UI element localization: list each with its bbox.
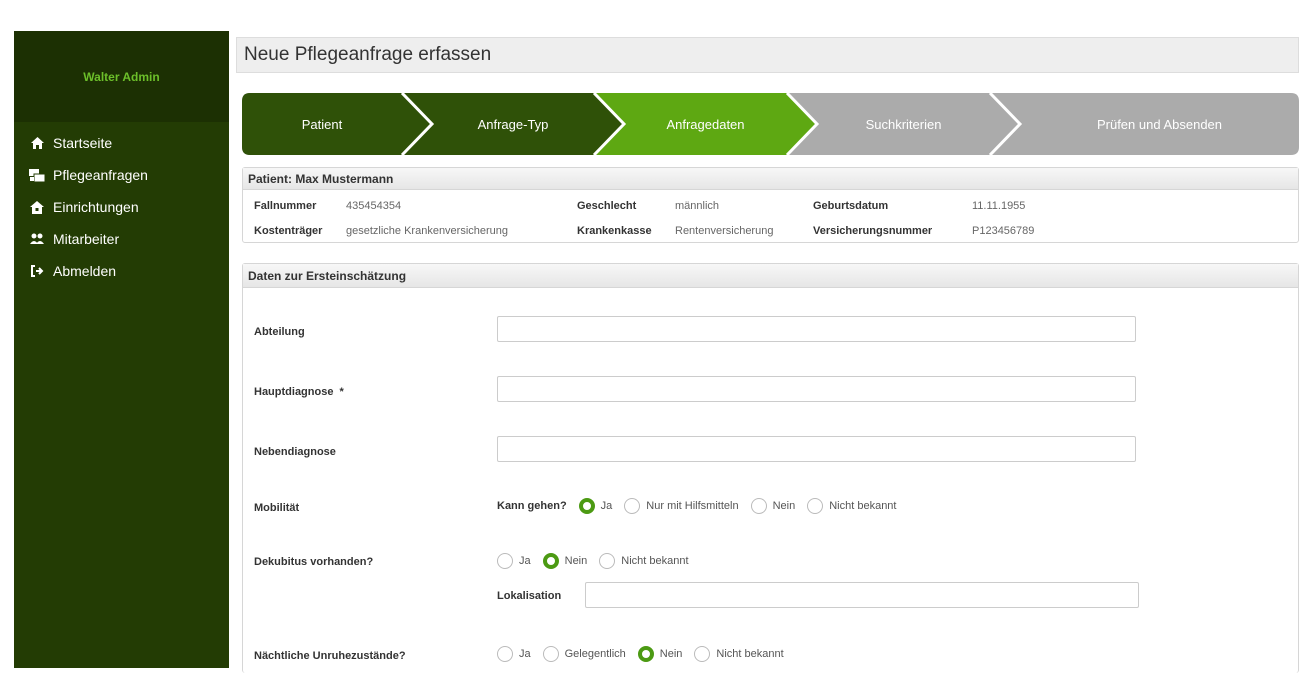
radio-label: Nicht bekannt — [829, 500, 897, 512]
radio-dekubitus-nein[interactable] — [542, 553, 559, 569]
wizard-step-patient[interactable]: Patient — [242, 93, 402, 155]
sidebar-item-einrichtungen[interactable]: Einrichtungen — [14, 191, 229, 223]
abteilung-label: Abteilung — [254, 326, 305, 338]
wizard-steps: Patient Anfrage-Typ Anfragedaten Suchkri… — [242, 93, 1299, 155]
patient-panel: Patient: Max Mustermann Fallnummer 43545… — [242, 167, 1299, 243]
sidebar-item-label: Startseite — [53, 135, 113, 151]
logout-icon — [28, 263, 46, 279]
sidebar-item-abmelden[interactable]: Abmelden — [14, 255, 229, 287]
versicherungsnummer-value: P123456789 — [972, 225, 1035, 237]
wizard-step-suchkriterien[interactable]: Suchkriterien — [817, 93, 990, 155]
radio-label: Nein — [772, 500, 796, 512]
patient-header: Patient: Max Mustermann — [243, 168, 1298, 190]
requests-icon — [28, 167, 46, 183]
hauptdiagnose-input[interactable] — [497, 376, 1136, 402]
wizard-step-pruefen[interactable]: Prüfen und Absenden — [1020, 93, 1299, 155]
sidebar-item-label: Mitarbeiter — [53, 231, 120, 247]
sidebar-nav: Startseite Pflegeanfragen Einrichtungen … — [14, 127, 229, 287]
facility-icon — [28, 199, 46, 215]
sidebar-item-label: Pflegeanfragen — [53, 167, 148, 183]
sidebar-item-pflegeanfragen[interactable]: Pflegeanfragen — [14, 159, 229, 191]
radio-unruhe-nicht-bekannt[interactable] — [694, 646, 711, 662]
mobilitaet-label: Mobilität — [254, 502, 300, 514]
kostentraeger-label: Kostenträger — [254, 225, 323, 237]
sidebar-item-label: Einrichtungen — [53, 199, 139, 215]
radio-mobilitaet-nein[interactable] — [750, 498, 767, 514]
dekubitus-radio-group: Ja Nein Nicht bekannt — [497, 553, 701, 569]
radio-unruhe-nein[interactable] — [637, 646, 654, 662]
users-icon — [28, 231, 46, 247]
radio-label: Ja — [519, 648, 531, 660]
radio-mobilitaet-nicht-bekannt[interactable] — [807, 498, 824, 514]
radio-unruhe-gelegentlich[interactable] — [542, 646, 559, 662]
assessment-panel: Daten zur Ersteinschätzung Abteilung Hau… — [242, 263, 1299, 673]
user-name: Walter Admin — [83, 69, 160, 84]
radio-label: Gelegentlich — [564, 648, 626, 660]
main-content: Neue Pflegeanfrage erfassen Patient Anfr… — [236, 37, 1299, 673]
sidebar-user-box: Walter Admin — [14, 31, 229, 122]
wizard-step-anfrage-typ[interactable]: Anfrage-Typ — [432, 93, 594, 155]
radio-mobilitaet-hilfsmittel[interactable] — [624, 498, 641, 514]
krankenkasse-value: Rentenversicherung — [675, 225, 774, 237]
mobilitaet-radio-group: Kann gehen? Ja Nur mit Hilfsmitteln Nein… — [497, 498, 908, 514]
lokalisation-label: Lokalisation — [497, 590, 562, 602]
hauptdiagnose-label: Hauptdiagnose * — [254, 386, 344, 398]
radio-label: Nein — [659, 648, 683, 660]
unruhe-label: Nächtliche Unruhezustände? — [254, 650, 406, 662]
dekubitus-label: Dekubitus vorhanden? — [254, 556, 374, 568]
mobilitaet-question: Kann gehen? — [497, 500, 567, 512]
fallnummer-label: Fallnummer — [254, 200, 317, 212]
sidebar-item-mitarbeiter[interactable]: Mitarbeiter — [14, 223, 229, 255]
nebendiagnose-input[interactable] — [497, 436, 1136, 462]
radio-label: Ja — [600, 500, 613, 512]
radio-label: Nur mit Hilfsmitteln — [646, 500, 739, 512]
krankenkasse-label: Krankenkasse — [577, 225, 652, 237]
unruhe-radio-group: Ja Gelegentlich Nein Nicht bekannt — [497, 646, 796, 662]
radio-label: Nein — [564, 555, 588, 567]
abteilung-input[interactable] — [497, 316, 1136, 342]
radio-label: Ja — [519, 555, 531, 567]
radio-unruhe-ja[interactable] — [497, 646, 513, 662]
radio-dekubitus-nicht-bekannt[interactable] — [599, 553, 616, 569]
geschlecht-value: männlich — [675, 200, 720, 212]
kostentraeger-value: gesetzliche Krankenversicherung — [346, 225, 509, 237]
patient-info: Fallnummer 435454354 Geschlecht männlich… — [243, 190, 1298, 242]
lokalisation-input[interactable] — [585, 582, 1139, 608]
radio-mobilitaet-ja[interactable] — [578, 498, 595, 514]
sidebar: Walter Admin Startseite Pflegeanfragen E… — [14, 31, 229, 668]
radio-label: Nicht bekannt — [621, 555, 689, 567]
radio-label: Nicht bekannt — [716, 648, 784, 660]
geburtsdatum-value: 11.11.1955 — [972, 200, 1026, 212]
fallnummer-value: 435454354 — [346, 200, 402, 212]
page-title-bar: Neue Pflegeanfrage erfassen — [236, 37, 1299, 73]
wizard-step-anfragedaten[interactable]: Anfragedaten — [624, 93, 787, 155]
versicherungsnummer-label: Versicherungsnummer — [813, 225, 933, 237]
nebendiagnose-label: Nebendiagnose — [254, 446, 336, 458]
home-icon — [28, 135, 46, 151]
assessment-header: Daten zur Ersteinschätzung — [243, 264, 1298, 288]
radio-dekubitus-ja[interactable] — [497, 553, 513, 569]
sidebar-item-label: Abmelden — [53, 263, 117, 279]
page-title: Neue Pflegeanfrage erfassen — [244, 44, 492, 65]
geburtsdatum-label: Geburtsdatum — [813, 200, 889, 212]
sidebar-item-startseite[interactable]: Startseite — [14, 127, 229, 159]
geschlecht-label: Geschlecht — [577, 200, 637, 212]
